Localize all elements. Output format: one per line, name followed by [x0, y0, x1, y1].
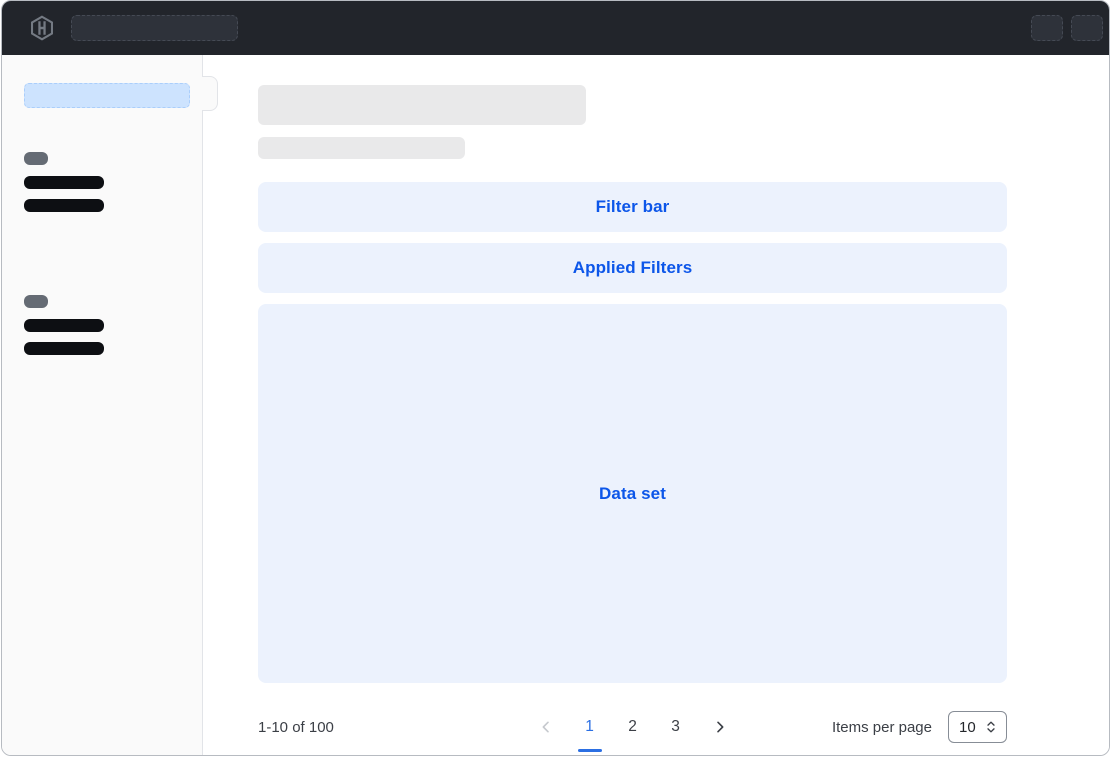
page-button-3[interactable]: 3 [667, 716, 685, 738]
applied-filters-label: Applied Filters [573, 258, 693, 278]
page-subtitle-skeleton [258, 137, 465, 159]
app-window: Filter bar Applied Filters Data set 1-10… [1, 0, 1110, 756]
nav-item-skeleton [24, 342, 104, 355]
active-nav-item-skeleton [24, 83, 190, 108]
hashicorp-logo-icon [29, 15, 55, 41]
items-per-page-label: Items per page [832, 719, 932, 736]
unfold-more-icon [984, 720, 998, 734]
filter-bar-placeholder: Filter bar [258, 182, 1007, 232]
app-header [2, 1, 1109, 55]
main-content: Filter bar Applied Filters Data set 1-10… [203, 55, 1109, 755]
search-input-skeleton [71, 15, 238, 41]
applied-filters-placeholder: Applied Filters [258, 243, 1007, 293]
pagination-bar: 1-10 of 100 1 2 3 Items per page 10 [258, 704, 1007, 750]
page-size-value: 10 [959, 719, 976, 736]
sidenav [2, 55, 203, 755]
header-action-skeleton-2 [1071, 15, 1103, 41]
chevron-right-icon[interactable] [710, 717, 730, 737]
pagination-range-info: 1-10 of 100 [258, 719, 334, 736]
pagination-nav: 1 2 3 [536, 716, 730, 738]
sidenav-collapse-toggle[interactable] [202, 76, 218, 111]
filter-bar-label: Filter bar [596, 197, 670, 217]
items-per-page-group: Items per page 10 [832, 711, 1007, 743]
data-set-placeholder: Data set [258, 304, 1007, 683]
nav-item-skeleton [24, 176, 104, 189]
chevron-left-icon[interactable] [536, 717, 556, 737]
nav-item-skeleton [24, 199, 104, 212]
page-size-select[interactable]: 10 [948, 711, 1007, 743]
page: { "header": { "logo_icon": "hashicorp-lo… [0, 0, 1118, 760]
page-button-2[interactable]: 2 [624, 716, 642, 738]
header-action-skeleton-1 [1031, 15, 1063, 41]
nav-section-title-skeleton [24, 295, 48, 308]
data-set-label: Data set [599, 484, 666, 504]
page-title-skeleton [258, 85, 586, 125]
nav-item-skeleton [24, 319, 104, 332]
nav-section-title-skeleton [24, 152, 48, 165]
page-button-1[interactable]: 1 [581, 716, 599, 738]
